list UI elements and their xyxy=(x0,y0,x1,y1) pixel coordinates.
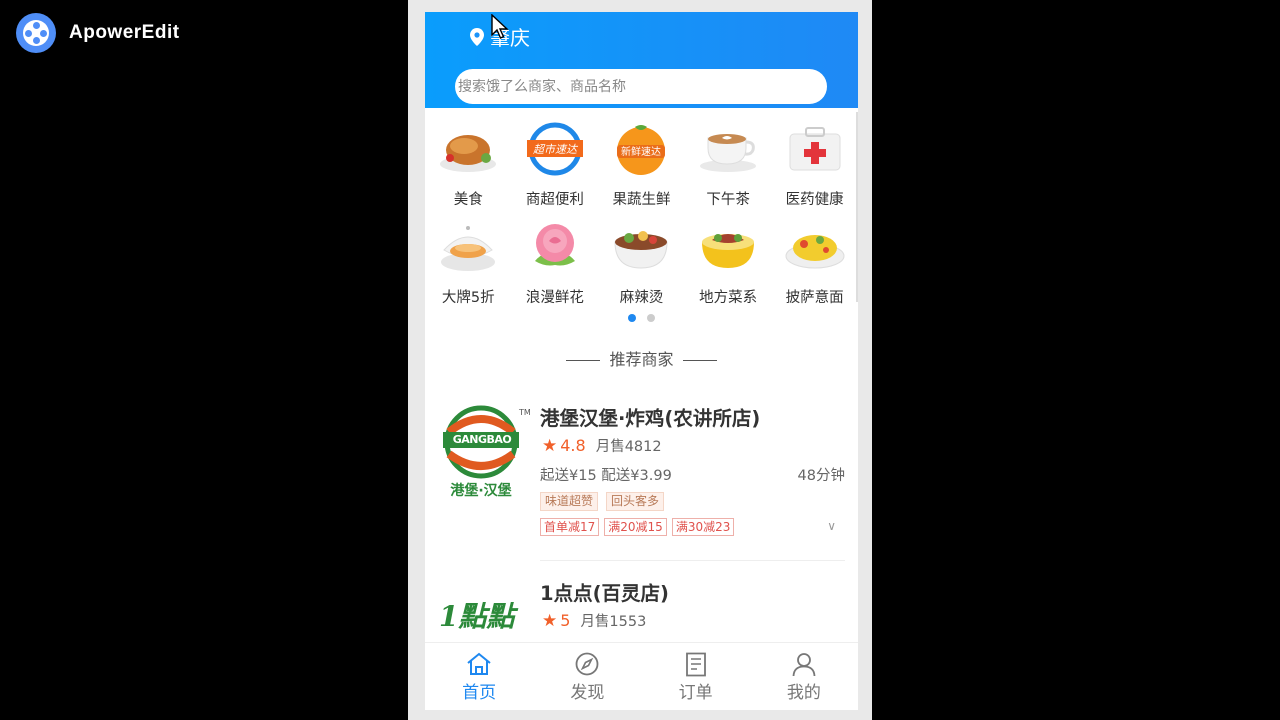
tab-label: 发现 xyxy=(570,683,605,703)
user-profile-icon xyxy=(792,652,816,676)
shop-tag: 味道超赞 xyxy=(540,492,599,511)
promotions: 首单减17 满20减15 满30减23 xyxy=(540,518,735,536)
supermarket-badge-icon: 超市速达 xyxy=(526,122,583,176)
yidiandian-logo-text: 1點點 xyxy=(439,600,515,633)
chevron-down-icon[interactable]: ∨ xyxy=(827,519,836,533)
category-brand-discount[interactable]: 大牌5折 xyxy=(425,216,512,314)
star-icon: ★ xyxy=(542,610,558,631)
category-row: 大牌5折 浪漫鲜花 麻辣烫 地方菜系 披萨意面 xyxy=(425,216,858,314)
tab-home[interactable]: 首页 xyxy=(425,643,533,710)
rating-score: 4.8 xyxy=(560,436,586,455)
tab-label: 我的 xyxy=(786,683,821,703)
category-label: 浪漫鲜花 xyxy=(525,290,584,306)
category-label: 大牌5折 xyxy=(441,290,495,306)
category-supermarket[interactable]: 超市速达 商超便利 xyxy=(512,118,599,216)
category-label: 果蔬生鲜 xyxy=(612,192,671,208)
watermark-text: ApowerEdit xyxy=(69,22,180,43)
category-produce[interactable]: 新鲜速达 果蔬生鲜 xyxy=(598,118,685,216)
mouse-cursor-icon xyxy=(491,14,509,39)
category-local-cuisine[interactable]: 地方菜系 xyxy=(685,216,772,314)
shop-card[interactable]: 1點點 1点点(百灵店) ★ 5 月售1553 xyxy=(425,577,858,647)
delivery-time: 48分钟 xyxy=(797,468,845,484)
screen: ApowerEdit 肇庆 搜索饿了么商家、商品名称 美食 超市速达 商超便利 … xyxy=(0,0,1280,720)
monthly-sales: 月售4812 xyxy=(595,439,662,455)
compass-icon xyxy=(575,652,599,676)
category-pizza-pasta[interactable]: 披萨意面 xyxy=(771,216,858,314)
carousel-indicator xyxy=(425,314,858,322)
tab-label: 订单 xyxy=(678,683,713,703)
rating-score: 5 xyxy=(560,611,571,630)
shop-rating: ★ 4.8 月售4812 xyxy=(542,435,662,456)
shop-logo: GANGBAO TM 港堡·汉堡 xyxy=(439,402,531,502)
scrollbar[interactable] xyxy=(856,112,858,302)
order-list-icon xyxy=(685,652,706,676)
spicy-bowl-icon xyxy=(614,231,668,269)
category-label: 地方菜系 xyxy=(699,290,758,306)
tab-orders[interactable]: 订单 xyxy=(642,643,750,710)
coffee-cup-icon xyxy=(700,134,757,172)
shop-tag: 回头客多 xyxy=(606,492,665,511)
logo-tm: TM xyxy=(519,408,531,417)
shop-tags: 味道超赞 回头客多 xyxy=(540,492,665,511)
logo-brand-text: GANGBAO xyxy=(452,433,512,446)
orange-fruit-icon: 新鲜速达 xyxy=(617,125,666,175)
category-label: 商超便利 xyxy=(525,192,584,208)
pasta-plate-icon xyxy=(785,235,845,269)
section-header: 推荐商家 xyxy=(425,346,858,370)
promo-badge: 首单减17 xyxy=(540,518,600,536)
tab-label: 首页 xyxy=(462,683,497,703)
svg-text:新鲜速达: 新鲜速达 xyxy=(621,145,661,158)
monthly-sales: 月售1553 xyxy=(580,614,647,630)
category-row: 美食 超市速达 商超便利 新鲜速达 果蔬生鲜 下午茶 医药健康 xyxy=(425,118,858,216)
category-medicine[interactable]: 医药健康 xyxy=(771,118,858,216)
category-label: 美食 xyxy=(453,192,483,208)
location-pin-icon xyxy=(470,27,484,46)
logo-chinese-text: 港堡·汉堡 xyxy=(450,483,512,499)
promo-badge: 满30减23 xyxy=(671,518,735,536)
medicine-box-icon xyxy=(789,127,841,171)
search-input[interactable] xyxy=(455,69,827,104)
roast-chicken-icon xyxy=(440,135,497,172)
local-dish-bowl-icon xyxy=(702,234,755,268)
phone-screen: 肇庆 搜索饿了么商家、商品名称 美食 超市速达 商超便利 新鲜速达 果蔬生鲜 下… xyxy=(425,12,858,710)
category-flowers[interactable]: 浪漫鲜花 xyxy=(512,216,599,314)
home-icon xyxy=(467,652,491,675)
carousel-dot-active[interactable] xyxy=(628,314,636,322)
bottom-tab-bar: 首页 发现 订单 我的 xyxy=(425,642,858,710)
device-frame: 肇庆 搜索饿了么商家、商品名称 美食 超市速达 商超便利 新鲜速达 果蔬生鲜 下… xyxy=(408,0,872,720)
category-malatang[interactable]: 麻辣烫 xyxy=(598,216,685,314)
category-label: 医药健康 xyxy=(785,192,844,208)
category-label: 下午茶 xyxy=(706,192,750,208)
category-grid: 美食 超市速达 商超便利 新鲜速达 果蔬生鲜 下午茶 医药健康 大牌5折 浪漫鲜… xyxy=(425,118,858,314)
star-icon: ★ xyxy=(542,435,558,456)
section-title: 推荐商家 xyxy=(609,350,674,369)
shop-rating: ★ 5 月售1553 xyxy=(542,610,646,631)
delivery-fees: 起送¥15 配送¥3.99 xyxy=(540,468,672,484)
svg-text:超市速达: 超市速达 xyxy=(533,143,579,156)
cake-plate-icon xyxy=(441,226,496,271)
category-label: 麻辣烫 xyxy=(619,290,664,306)
divider-line xyxy=(566,360,601,361)
category-afternoon-tea[interactable]: 下午茶 xyxy=(685,118,772,216)
tab-discover[interactable]: 发现 xyxy=(533,643,641,710)
watermark: ApowerEdit xyxy=(16,12,180,54)
apoweredit-logo-icon xyxy=(16,13,56,53)
divider xyxy=(540,560,845,561)
shop-name: 1点点(百灵店) xyxy=(540,582,669,605)
category-label: 披萨意面 xyxy=(785,290,844,306)
tab-profile[interactable]: 我的 xyxy=(750,643,858,710)
category-food[interactable]: 美食 xyxy=(425,118,512,216)
divider-line xyxy=(682,360,717,361)
header: 肇庆 xyxy=(425,12,858,108)
carousel-dot[interactable] xyxy=(647,314,655,322)
promo-badge: 满20减15 xyxy=(604,518,667,536)
shop-card[interactable]: GANGBAO TM 港堡·汉堡 港堡汉堡·炸鸡(农讲所店) ★ 4.8 月售4… xyxy=(425,402,858,562)
shop-name: 港堡汉堡·炸鸡(农讲所店) xyxy=(540,407,761,430)
rose-icon xyxy=(534,224,575,266)
